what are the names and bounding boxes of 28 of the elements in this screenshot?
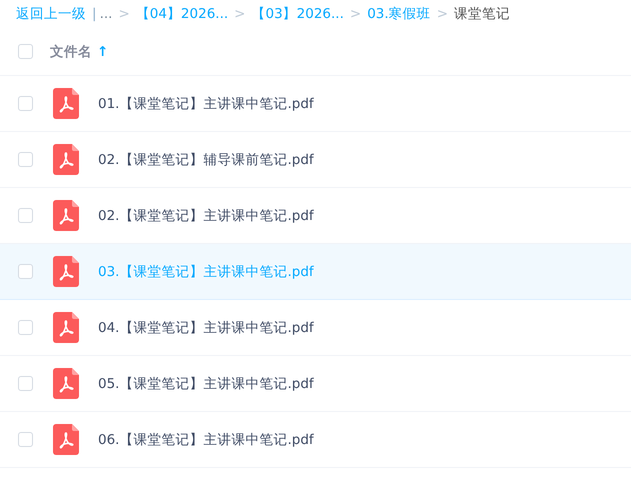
select-all-checkbox[interactable] (18, 44, 33, 59)
pdf-file-icon (53, 312, 79, 343)
file-name[interactable]: 04.【课堂笔记】主讲课中笔记.pdf (98, 318, 314, 336)
checkbox[interactable] (18, 208, 33, 223)
breadcrumb-separator: > (436, 6, 448, 22)
file-name[interactable]: 01.【课堂笔记】主讲课中笔记.pdf (98, 94, 314, 112)
checkbox[interactable] (18, 264, 33, 279)
file-name[interactable]: 06.【课堂笔记】主讲课中笔记.pdf (98, 430, 314, 448)
breadcrumb-separator: > (234, 6, 246, 22)
file-name[interactable]: 02.【课堂笔记】主讲课中笔记.pdf (98, 206, 314, 224)
pdf-file-icon (53, 424, 79, 455)
checkbox[interactable] (18, 96, 33, 111)
file-name[interactable]: 02.【课堂笔记】辅导课前笔记.pdf (98, 150, 314, 168)
breadcrumb-separator: > (118, 6, 130, 22)
pdf-file-icon (53, 88, 79, 119)
checkbox[interactable] (18, 320, 33, 335)
pdf-file-icon (53, 256, 79, 287)
pdf-file-icon (53, 144, 79, 175)
checkbox[interactable] (18, 376, 33, 391)
breadcrumb-divider: | (92, 6, 97, 22)
file-name[interactable]: 05.【课堂笔记】主讲课中笔记.pdf (98, 374, 314, 392)
checkbox[interactable] (18, 432, 33, 447)
breadcrumb-ellipsis: ... (100, 6, 112, 22)
pdf-file-icon (53, 200, 79, 231)
pdf-file-icon (53, 368, 79, 399)
breadcrumb-separator: > (350, 6, 362, 22)
breadcrumb-current: 课堂笔记 (454, 5, 510, 23)
checkbox[interactable] (18, 152, 33, 167)
